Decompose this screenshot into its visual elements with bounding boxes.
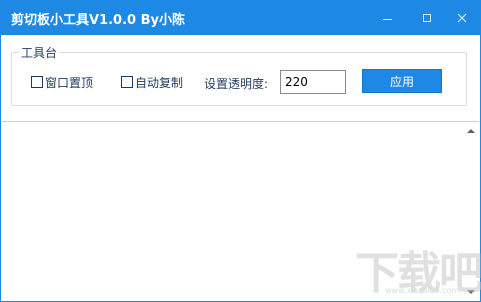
opacity-label: 设置透明度: <box>204 77 269 91</box>
topmost-label: 窗口置顶 <box>45 75 94 90</box>
app-window: 剪切板小工具V1.0.0 By小陈 工具台 窗口置顶 自动复制 设置透明度: 应… <box>0 0 481 302</box>
close-button[interactable] <box>444 1 480 35</box>
autocopy-label: 自动复制 <box>135 75 184 90</box>
minimize-icon <box>382 18 392 20</box>
topmost-checkbox[interactable]: 窗口置顶 <box>31 75 94 90</box>
apply-button[interactable]: 应用 <box>362 69 442 93</box>
close-icon <box>457 13 467 23</box>
autocopy-checkbox[interactable]: 自动复制 <box>121 75 184 90</box>
scroll-up-button[interactable] <box>462 122 479 139</box>
watermark-logo: 下载吧 www.xiazaiba.com <box>355 237 481 299</box>
window-title: 剪切板小工具V1.0.0 By小陈 <box>11 13 185 28</box>
maximize-button[interactable] <box>409 1 445 35</box>
watermark-url: www.xiazaiba.com <box>385 286 460 295</box>
checkbox-box[interactable] <box>31 76 43 88</box>
checkbox-box[interactable] <box>121 76 133 88</box>
minimize-button[interactable] <box>369 1 405 35</box>
maximize-icon <box>423 14 431 22</box>
scroll-up-arrow-icon <box>466 128 475 133</box>
toolbox-legend: 工具台 <box>19 44 60 61</box>
title-bar[interactable]: 剪切板小工具V1.0.0 By小陈 <box>1 1 480 35</box>
toolbox-panel: 工具台 窗口置顶 自动复制 设置透明度: 应用 <box>1 35 480 121</box>
opacity-input[interactable] <box>280 70 346 94</box>
